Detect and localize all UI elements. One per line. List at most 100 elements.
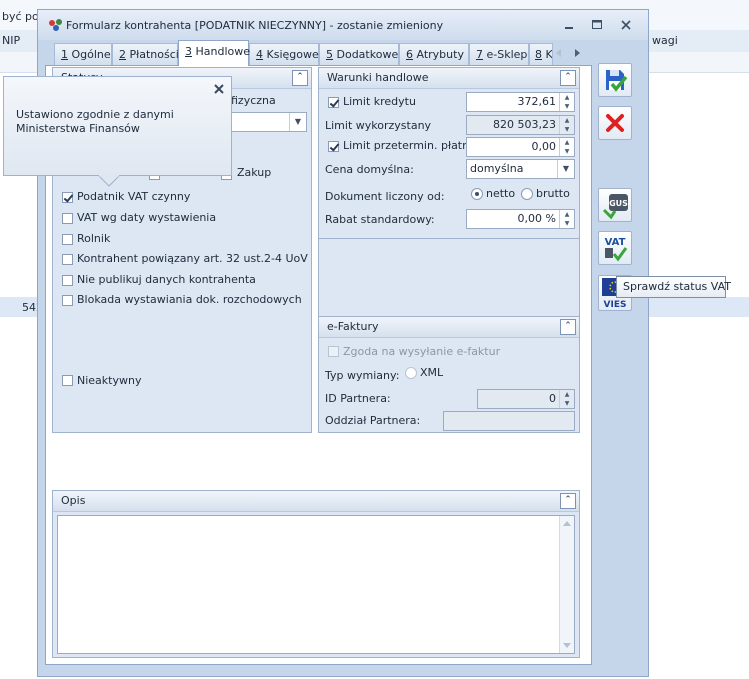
tab-ogolne[interactable]: 1 Ogólne (54, 43, 112, 65)
oddzial-partnera-field (443, 411, 575, 431)
checkbox-limit-przeterm[interactable] (328, 141, 339, 152)
window-title: Formularz kontrahenta [PODATNIK NIECZYNN… (66, 19, 444, 32)
label-kontrahent-powiazany: Kontrahent powiązany art. 32 ust.2-4 UoV (77, 252, 308, 265)
vat-status-tooltip: Sprawdź status VAT (616, 276, 731, 298)
maximize-icon (592, 20, 602, 29)
checkbox-nieaktywny[interactable] (62, 375, 73, 386)
minimize-button[interactable] (560, 17, 578, 33)
gus-button[interactable]: GUS (598, 188, 632, 222)
spin-icon[interactable]: ▲ ▼ (559, 210, 574, 228)
limit-wykorzystany-value: 820 503,23 (493, 118, 556, 131)
scroll-up-icon[interactable] (563, 520, 571, 526)
radio-brutto[interactable] (521, 188, 533, 200)
label-vat-wg-daty: VAT wg daty wystawienia (77, 211, 217, 224)
collapse-icon: ⌃ (564, 72, 572, 82)
tooltip-line-2: Ministerstwa Finansów (16, 122, 140, 135)
tab-platnosci[interactable]: 2 Płatności (112, 43, 179, 65)
svg-text:GUS: GUS (609, 199, 628, 208)
collapse-icon: ⌃ (296, 72, 304, 82)
checkbox-rolnik[interactable] (62, 234, 73, 245)
id-partnera-field: 0 ▲ ▼ (477, 389, 575, 409)
vat-status-icon: VAT (605, 237, 628, 262)
warunki-collapse-button[interactable]: ⌃ (560, 70, 576, 86)
efaktury-title: e-Faktury (327, 320, 379, 333)
efaktury-panel: e-Faktury ⌃ Zgoda na wysyłanie e-faktur … (318, 316, 580, 433)
statusy-collapse-button[interactable]: ⌃ (292, 70, 308, 86)
tab-scroll-left-icon[interactable] (554, 48, 564, 58)
label-rabat: Rabat standardowy: (325, 213, 435, 226)
tab-ksiegowe[interactable]: 4 Księgowe (249, 43, 319, 65)
label-limit-przeterm: Limit przetermin. płatn. (343, 139, 473, 152)
limit-przeterm-value: 0,00 (531, 140, 557, 153)
label-netto: netto (486, 187, 516, 200)
label-nie-publikuj: Nie publikuj danych kontrahenta (77, 273, 256, 286)
cena-domyslna-select[interactable]: domyślna ▼ (466, 159, 575, 179)
chevron-down-icon: ▼ (557, 160, 574, 178)
limit-kredytu-value: 372,61 (517, 95, 557, 108)
tab-handlowe[interactable]: 3 Handlowe (178, 40, 250, 66)
limit-przeterm-input[interactable]: 0,00 ▲ ▼ (466, 137, 575, 157)
checkbox-nie-publikuj[interactable] (62, 275, 73, 286)
rabat-value: 0,00 % (517, 212, 556, 225)
collapse-icon: ⌃ (564, 495, 572, 505)
label-typ-wymiany: Typ wymiany: (325, 369, 400, 382)
statusy-combo[interactable]: ▼ (231, 112, 307, 132)
label-zgoda-efaktur: Zgoda na wysyłanie e-faktur (343, 345, 501, 358)
checkbox-kontrahent-powiazany[interactable] (62, 254, 73, 265)
partial-zakup-label: Zakup (237, 166, 272, 179)
column-header-uwagi[interactable]: wagi (652, 34, 678, 47)
cena-domyslna-value: domyślna (470, 162, 524, 175)
save-icon (606, 70, 628, 92)
radio-xml[interactable] (405, 367, 417, 379)
gus-icon: GUS (602, 194, 628, 220)
tooltip-line-1: Ustawiono zgodnie z danymi (16, 108, 174, 121)
tab-partial[interactable]: 8 K (529, 43, 553, 65)
vat-tooltip-text: Sprawdź status VAT (623, 280, 731, 293)
cancel-button[interactable] (598, 106, 632, 140)
opis-scrollbar[interactable] (559, 516, 574, 653)
id-partnera-value: 0 (549, 392, 556, 405)
opis-collapse-button[interactable]: ⌃ (560, 493, 576, 509)
rabat-input[interactable]: 0,00 % ▲ ▼ (466, 209, 575, 229)
spin-icon[interactable]: ▲ ▼ (559, 138, 574, 156)
save-button[interactable] (598, 63, 632, 97)
label-rolnik: Rolnik (77, 232, 111, 245)
close-button[interactable] (617, 17, 635, 33)
label-brutto: brutto (536, 187, 570, 200)
checkbox-zgoda-efaktur[interactable] (328, 346, 339, 357)
label-dokument-liczony: Dokument liczony od: (325, 190, 445, 203)
collapse-icon: ⌃ (564, 321, 572, 331)
svg-text:VIES: VIES (604, 300, 627, 310)
spin-icon[interactable]: ▲ ▼ (559, 93, 574, 111)
warunki-header: Warunki handlowe ⌃ (319, 68, 579, 89)
label-xml: XML (420, 366, 444, 379)
partial-fizyczna: fizyczna (231, 94, 276, 107)
spin-icon: ▲ ▼ (559, 116, 574, 134)
checkbox-vat-wg-daty[interactable] (62, 213, 73, 224)
label-oddzial-partnera: Oddział Partnera: (325, 414, 421, 427)
check-vat-status-button[interactable]: VAT (598, 231, 632, 265)
maximize-button[interactable] (588, 17, 606, 33)
opis-title: Opis (61, 494, 86, 507)
label-podatnik-vat-czynny: Podatnik VAT czynny (77, 190, 191, 203)
title-bar[interactable]: Formularz kontrahenta [PODATNIK NIECZYNN… (38, 10, 648, 40)
opis-textarea[interactable] (57, 515, 575, 654)
opis-header: Opis ⌃ (53, 491, 579, 512)
checkbox-limit-kredytu[interactable] (328, 97, 339, 108)
warunki-title: Warunki handlowe (327, 71, 429, 84)
checkbox-podatnik-vat-czynny[interactable] (62, 192, 73, 203)
opis-panel: Opis ⌃ (52, 490, 580, 658)
tab-esklep[interactable]: 7 e-Sklep (469, 43, 529, 65)
column-header-nip[interactable]: NIP (2, 34, 20, 47)
checkbox-blokada[interactable] (62, 295, 73, 306)
tab-scroll-right-icon[interactable] (572, 48, 582, 58)
limit-kredytu-input[interactable]: 372,61 ▲ ▼ (466, 92, 575, 112)
tab-dodatkowe[interactable]: 5 Dodatkowe (319, 43, 399, 65)
radio-netto[interactable] (471, 188, 483, 200)
scroll-down-icon[interactable] (563, 643, 571, 649)
cancel-icon (606, 114, 624, 132)
tooltip-pointer (98, 175, 120, 187)
tooltip-close-icon[interactable] (212, 82, 226, 96)
tab-atrybuty[interactable]: 6 Atrybuty (399, 43, 469, 65)
efaktury-collapse-button[interactable]: ⌃ (560, 319, 576, 335)
